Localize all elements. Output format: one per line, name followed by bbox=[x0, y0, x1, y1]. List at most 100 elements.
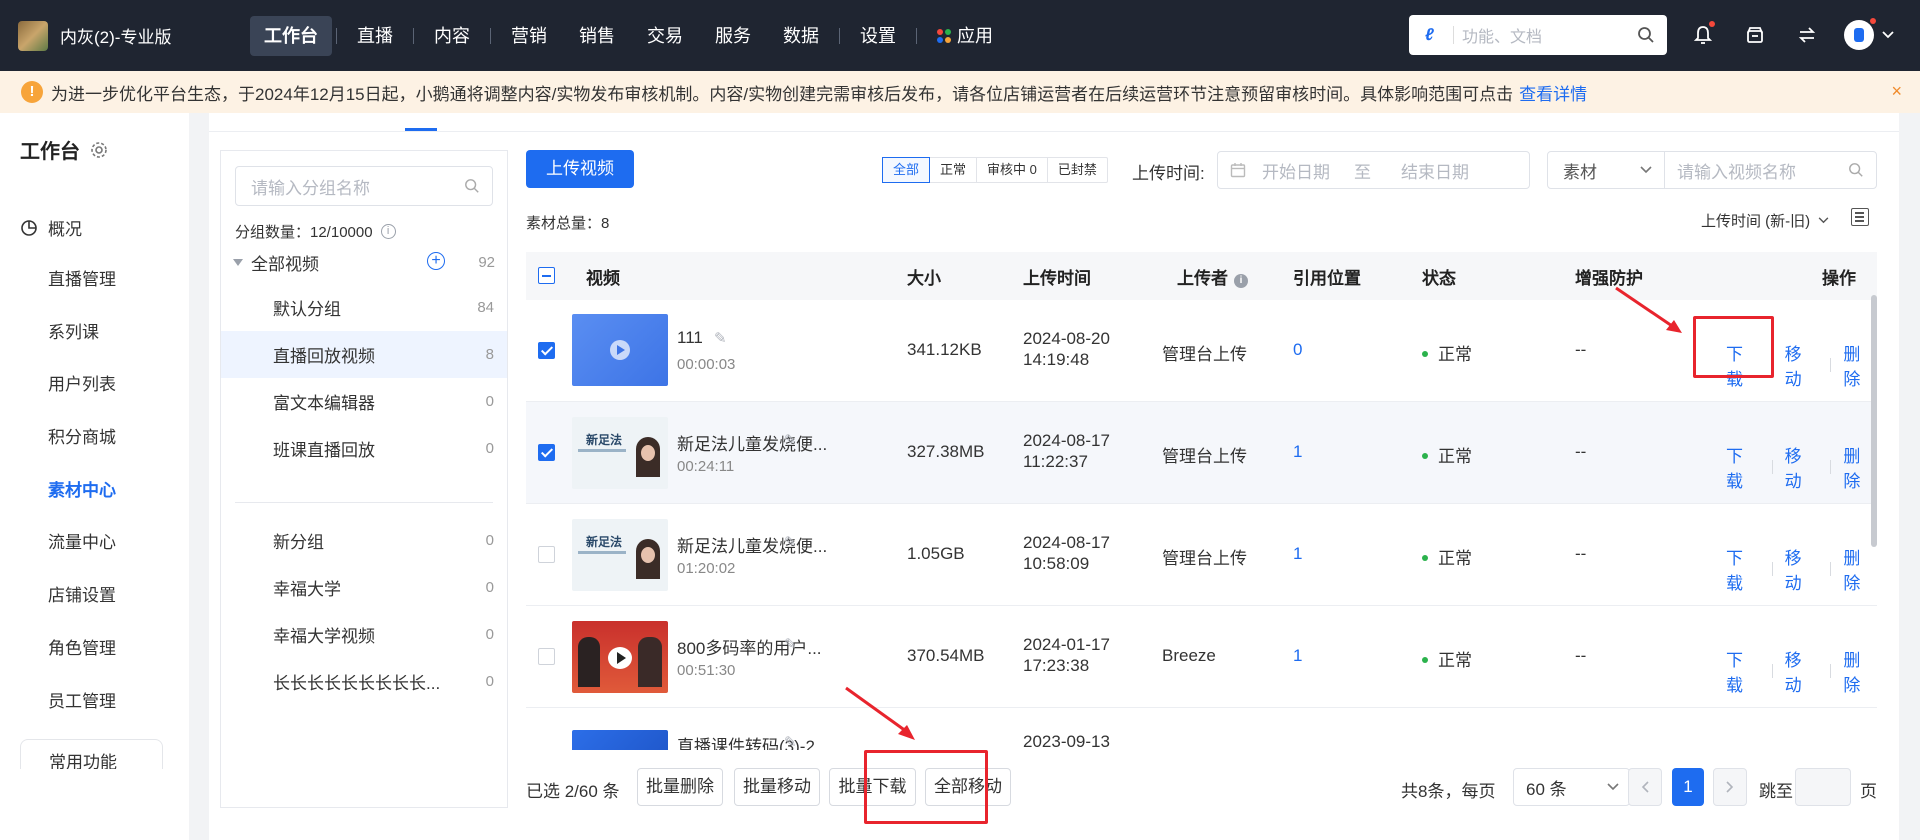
gear-icon[interactable] bbox=[90, 141, 108, 159]
start-date-placeholder[interactable]: 开始日期 bbox=[1262, 158, 1330, 183]
nav-trade[interactable]: 交易 bbox=[631, 16, 699, 56]
nav-workbench[interactable]: 工作台 bbox=[250, 15, 332, 56]
sort-select[interactable]: 上传时间 (新-旧) bbox=[1701, 210, 1829, 231]
edit-icon[interactable]: ✎ bbox=[784, 431, 797, 449]
edit-icon[interactable]: ✎ bbox=[784, 635, 797, 653]
common-functions-button[interactable]: 常用功能 bbox=[20, 739, 163, 769]
chevron-down-icon[interactable] bbox=[1882, 31, 1894, 39]
group-item[interactable]: 幸福大学视频 0 bbox=[221, 611, 507, 658]
sidebar-item-shop-settings[interactable]: 店铺设置 bbox=[48, 581, 116, 606]
download-link[interactable]: 下载 bbox=[1726, 442, 1760, 492]
avatar[interactable] bbox=[1844, 18, 1876, 50]
store-icon[interactable] bbox=[1740, 20, 1770, 50]
page-1-button[interactable]: 1 bbox=[1672, 768, 1704, 806]
shop-brand[interactable]: 内灰(2)-专业版 bbox=[18, 20, 248, 51]
edit-icon[interactable]: ✎ bbox=[784, 733, 797, 750]
nav-live[interactable]: 直播 bbox=[341, 16, 409, 56]
reference-count[interactable]: 0 bbox=[1293, 340, 1302, 360]
row-checkbox[interactable] bbox=[538, 444, 555, 461]
video-thumbnail[interactable]: 新足法 bbox=[572, 417, 668, 489]
info-icon[interactable]: i bbox=[380, 224, 396, 239]
jump-page-input[interactable] bbox=[1795, 768, 1851, 806]
row-checkbox[interactable] bbox=[538, 342, 555, 359]
sidebar-item-roles[interactable]: 角色管理 bbox=[48, 634, 116, 659]
batch-delete-button[interactable]: 批量删除 bbox=[637, 768, 723, 806]
nav-service[interactable]: 服务 bbox=[699, 16, 767, 56]
global-search[interactable]: ℓ 功能、文档 bbox=[1409, 15, 1667, 55]
move-link[interactable]: 移动 bbox=[1785, 340, 1819, 390]
row-checkbox[interactable] bbox=[538, 648, 555, 665]
close-icon[interactable]: × bbox=[1891, 81, 1902, 102]
next-page-button[interactable] bbox=[1713, 768, 1747, 806]
sidebar-item-points-mall[interactable]: 积分商城 bbox=[48, 423, 116, 448]
group-item[interactable]: 默认分组 84 bbox=[221, 284, 507, 331]
sidebar-item-overview[interactable]: 概况 bbox=[20, 215, 82, 240]
download-link[interactable]: 下载 bbox=[1726, 646, 1760, 696]
batch-move-button[interactable]: 批量移动 bbox=[734, 768, 820, 806]
search-icon[interactable] bbox=[1848, 162, 1864, 178]
nav-data[interactable]: 数据 bbox=[767, 16, 835, 56]
delete-link[interactable]: 删除 bbox=[1843, 646, 1877, 696]
filter-banned[interactable]: 已封禁 bbox=[1048, 158, 1107, 182]
nav-sales[interactable]: 销售 bbox=[563, 16, 631, 56]
nav-apps[interactable]: 应用 bbox=[921, 16, 1009, 56]
upload-date: 2024-08-17 bbox=[1023, 431, 1110, 450]
group-item[interactable]: 富文本编辑器 0 bbox=[221, 378, 507, 425]
video-thumbnail[interactable]: 新足法 bbox=[572, 519, 668, 591]
add-group-icon[interactable]: + bbox=[427, 252, 445, 270]
delete-link[interactable]: 删除 bbox=[1843, 544, 1877, 594]
sidebar-item-material-center[interactable]: 素材中心 bbox=[48, 476, 116, 501]
sidebar-item-live[interactable]: 直播管理 bbox=[48, 265, 116, 290]
prev-page-button[interactable] bbox=[1628, 768, 1662, 806]
reference-count[interactable]: 1 bbox=[1293, 646, 1302, 666]
group-item[interactable]: 长长长长长长长长长... 0 bbox=[221, 658, 507, 705]
video-thumbnail[interactable] bbox=[572, 621, 668, 693]
filter-normal[interactable]: 正常 bbox=[930, 158, 978, 182]
group-item[interactable]: 新分组 0 bbox=[221, 517, 507, 564]
column-settings-icon[interactable] bbox=[1851, 208, 1869, 226]
group-search-input[interactable]: 请输入分组名称 bbox=[235, 166, 493, 206]
caret-down-icon[interactable] bbox=[233, 258, 243, 266]
download-link[interactable]: 下载 bbox=[1726, 544, 1760, 594]
video-name-search-input[interactable]: 请输入视频名称 bbox=[1664, 151, 1877, 189]
move-link[interactable]: 移动 bbox=[1785, 646, 1819, 696]
switch-icon[interactable] bbox=[1792, 20, 1822, 50]
bell-icon[interactable] bbox=[1688, 20, 1718, 50]
sidebar-item-series[interactable]: 系列课 bbox=[48, 318, 99, 343]
edit-icon[interactable]: ✎ bbox=[714, 329, 727, 347]
page-size-select[interactable]: 60 条 bbox=[1513, 768, 1630, 806]
group-divider bbox=[235, 502, 493, 503]
sidebar-item-staff[interactable]: 员工管理 bbox=[48, 687, 116, 712]
notice-detail-link[interactable]: 查看详情 bbox=[1519, 85, 1587, 104]
nav-marketing[interactable]: 营销 bbox=[495, 16, 563, 56]
video-thumbnail[interactable] bbox=[572, 314, 668, 386]
end-date-placeholder[interactable]: 结束日期 bbox=[1401, 158, 1469, 183]
group-all-videos[interactable]: 全部视频 + 92 bbox=[233, 247, 495, 277]
sidebar-item-users[interactable]: 用户列表 bbox=[48, 370, 116, 395]
sidebar-title-text: 工作台 bbox=[20, 141, 80, 163]
page-size-value: 60 条 bbox=[1526, 779, 1567, 799]
date-range-picker[interactable]: 开始日期 至 结束日期 bbox=[1217, 151, 1530, 189]
thumbnail-caption: 新足法 bbox=[586, 433, 623, 447]
filter-reviewing[interactable]: 审核中 0 bbox=[977, 158, 1048, 182]
nav-settings[interactable]: 设置 bbox=[844, 16, 912, 56]
material-type-select[interactable]: 素材 bbox=[1547, 151, 1665, 189]
reference-count[interactable]: 1 bbox=[1293, 544, 1302, 564]
move-link[interactable]: 移动 bbox=[1785, 442, 1819, 492]
move-link[interactable]: 移动 bbox=[1785, 544, 1819, 594]
upload-video-button[interactable]: 上传视频 bbox=[526, 150, 634, 188]
select-all-checkbox[interactable] bbox=[538, 267, 555, 284]
row-checkbox[interactable] bbox=[538, 546, 555, 563]
group-item[interactable]: 幸福大学 0 bbox=[221, 564, 507, 611]
table-scrollbar[interactable] bbox=[1871, 295, 1877, 547]
nav-content[interactable]: 内容 bbox=[418, 16, 486, 56]
edit-icon[interactable]: ✎ bbox=[784, 533, 797, 551]
group-item[interactable]: 班课直播回放 0 bbox=[221, 425, 507, 472]
search-icon[interactable] bbox=[1637, 26, 1655, 44]
reference-count[interactable]: 1 bbox=[1293, 442, 1302, 462]
video-thumbnail[interactable] bbox=[572, 730, 668, 750]
sidebar-item-traffic[interactable]: 流量中心 bbox=[48, 528, 116, 553]
info-icon[interactable]: i bbox=[1234, 273, 1248, 288]
group-item-selected[interactable]: 直播回放视频 8 bbox=[221, 331, 507, 378]
filter-all[interactable]: 全部 bbox=[882, 157, 931, 183]
